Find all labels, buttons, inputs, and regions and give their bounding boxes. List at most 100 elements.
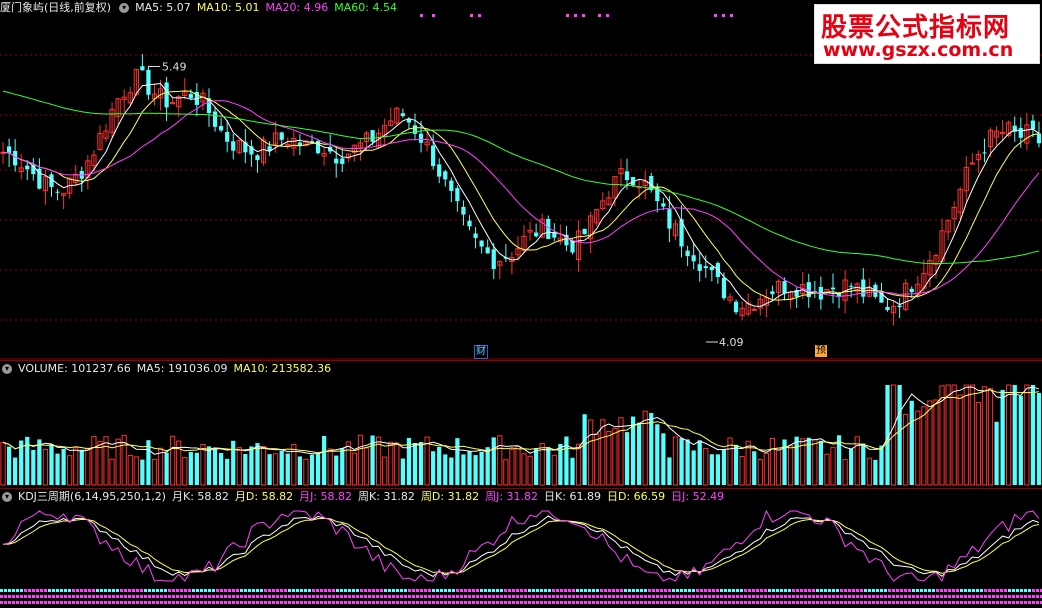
- indicator-strip: [372, 589, 375, 592]
- indicator-strip: [812, 595, 815, 598]
- indicator-strip: [344, 601, 347, 604]
- indicator-strip: [764, 589, 767, 592]
- signal-dot: [582, 14, 585, 17]
- indicator-strip: [616, 595, 619, 598]
- indicator-strip: [852, 589, 855, 592]
- volume-bar-up: [515, 445, 521, 486]
- indicator-strip: [28, 601, 31, 604]
- volume-bar-down: [255, 443, 260, 485]
- indicator-strip: [696, 589, 699, 592]
- indicator-strip: [568, 595, 571, 598]
- candle-down: [225, 132, 230, 142]
- indicator-strip: [992, 589, 995, 592]
- indicator-strip: [296, 595, 299, 598]
- forecast-marker[interactable]: 预: [815, 345, 827, 357]
- indicator-strip: [456, 595, 459, 598]
- indicator-strip: [1032, 601, 1035, 604]
- indicator-strip: [948, 601, 951, 604]
- indicator-strip: [772, 589, 775, 592]
- indicator-strip: [260, 601, 263, 604]
- indicator-strip: [152, 601, 155, 604]
- indicator-strip: [760, 589, 763, 592]
- indicator-strip: [604, 595, 607, 598]
- vol-ma10-label: MA10: 213582.36: [233, 362, 332, 375]
- chevron-down-icon[interactable]: ▾: [119, 3, 130, 13]
- indicator-strip: [688, 589, 691, 592]
- indicator-strip: [140, 595, 143, 598]
- indicator-strip: [240, 595, 243, 598]
- volume-bar-up: [1024, 384, 1030, 486]
- indicator-strip: [200, 589, 203, 592]
- indicator-strip: [792, 601, 795, 604]
- indicator-strip: [300, 601, 303, 604]
- indicator-strip: [232, 589, 235, 592]
- kdj-pane[interactable]: ▾ KDJ三周期(6,14,95,250,1,2) 月K: 58.82 月D: 58.…: [0, 488, 1042, 608]
- indicator-strip: [108, 601, 111, 604]
- indicator-strip: [564, 595, 567, 598]
- indicator-strip: [640, 595, 643, 598]
- indicator-strip: [356, 589, 359, 592]
- volume-bar-up: [757, 459, 763, 486]
- indicator-strip: [320, 595, 323, 598]
- indicator-strip: [652, 601, 655, 604]
- indicator-strip: [460, 595, 463, 598]
- indicator-strip: [768, 589, 771, 592]
- indicator-strip: [648, 589, 651, 592]
- indicator-strip: [440, 595, 443, 598]
- indicator-strip: [12, 601, 15, 604]
- indicator-strip: [988, 589, 991, 592]
- chevron-down-icon[interactable]: ▾: [2, 364, 12, 374]
- indicator-strip: [868, 601, 871, 604]
- financial-report-marker[interactable]: 财: [474, 345, 488, 359]
- indicator-strip: [112, 601, 115, 604]
- indicator-strip: [1024, 601, 1027, 604]
- volume-bar-up: [109, 458, 115, 486]
- indicator-strip: [512, 589, 515, 592]
- indicator-strip: [872, 601, 875, 604]
- volume-bar-down: [849, 448, 854, 485]
- indicator-strip: [860, 601, 863, 604]
- indicator-strip: [980, 595, 983, 598]
- volume-pane[interactable]: ▾ VOLUME: 101237.66 MA5: 191036.09 MA10: 21…: [0, 360, 1042, 489]
- indicator-strip: [976, 595, 979, 598]
- volume-bar-down: [873, 459, 878, 485]
- indicator-strip: [384, 601, 387, 604]
- week-k-label: 周K: 31.82: [358, 490, 415, 503]
- volume-bar-down: [188, 452, 193, 485]
- volume-bar-up: [1006, 384, 1012, 486]
- indicator-strip: [288, 601, 291, 604]
- volume-bar-down: [485, 447, 490, 485]
- week-j-label: 周J: 31.82: [485, 490, 539, 503]
- volume-bar-up: [588, 419, 594, 486]
- indicator-strip: [140, 601, 143, 604]
- indicator-strip: [544, 595, 547, 598]
- indicator-strip: [836, 595, 839, 598]
- kdj-chart[interactable]: [0, 489, 1042, 608]
- day-j-label: 日J: 52.49: [671, 490, 725, 503]
- indicator-strip: [252, 601, 255, 604]
- chevron-down-icon[interactable]: ▾: [2, 492, 12, 502]
- ma60-label: MA60: 4.54: [334, 1, 397, 14]
- indicator-strip: [568, 601, 571, 604]
- indicator-strip: [272, 601, 275, 604]
- indicator-strip: [936, 595, 939, 598]
- candle-up: [285, 143, 291, 146]
- volume-bar-down: [340, 448, 345, 485]
- volume-chart[interactable]: [0, 361, 1042, 489]
- indicator-strip: [120, 589, 123, 592]
- price-pane[interactable]: 5.49 4.09 厦门象屿(日线,前复权) ▾ MA5: 5.07 MA10: 5.0…: [0, 0, 1042, 360]
- indicator-strip: [284, 589, 287, 592]
- volume-bar-up: [606, 431, 612, 486]
- indicator-strip: [44, 595, 47, 598]
- indicator-strip: [28, 589, 31, 592]
- indicator-strip: [320, 589, 323, 592]
- candle-down: [897, 305, 902, 308]
- indicator-strip: [772, 601, 775, 604]
- candle-up: [751, 308, 757, 311]
- indicator-strip: [620, 589, 623, 592]
- indicator-strip: [368, 601, 371, 604]
- indicator-strip: [64, 601, 67, 604]
- indicator-strip: [204, 601, 207, 604]
- indicator-strip: [780, 601, 783, 604]
- volume-bar-up: [133, 456, 139, 486]
